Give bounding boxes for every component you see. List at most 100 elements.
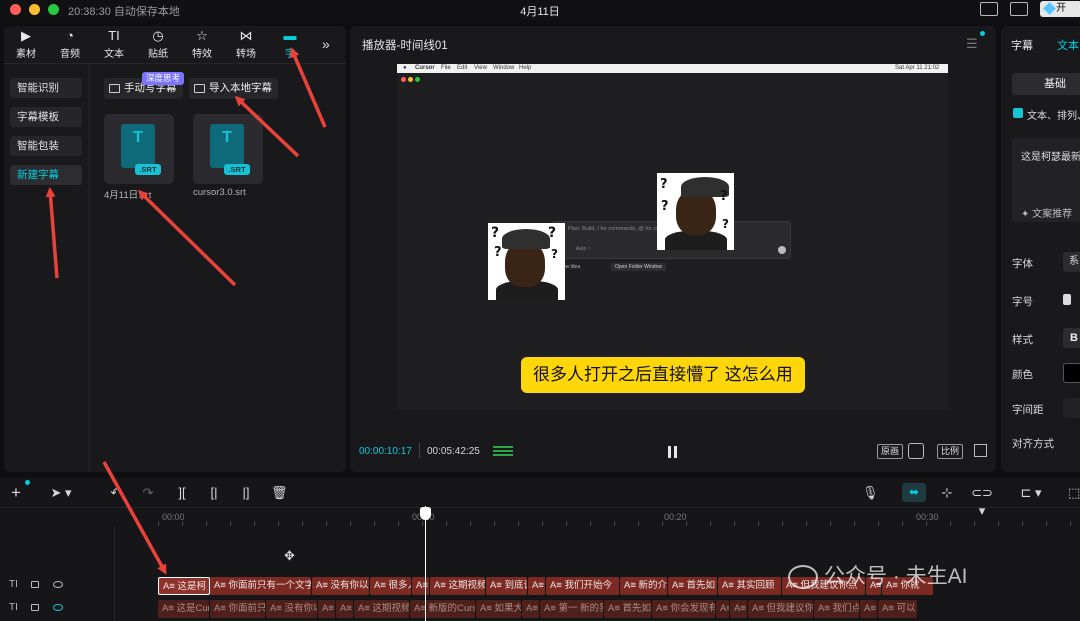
original-quality-button[interactable]: 原画 [877, 444, 904, 459]
add-track-icon[interactable]: + [8, 484, 24, 502]
caption-clip[interactable]: A≡ 新的介 [620, 577, 668, 595]
total-duration: 00:05:42:25 [427, 446, 480, 457]
tab-caption-inspector[interactable]: 字幕 [1011, 37, 1033, 53]
caption-clip[interactable]: A≡ 我 [412, 577, 430, 595]
caption-clip[interactable]: A≡ A [716, 600, 730, 618]
caption-clip[interactable]: A≡ 你面前只 [210, 600, 266, 618]
sidenav-item-new-caption[interactable]: 新建字幕 [10, 165, 82, 185]
preview-canvas[interactable]: ● Cursor File Edit View Window Help Sat … [397, 64, 948, 410]
trim-right-icon[interactable]: |] [238, 484, 254, 502]
audio-icon: ◔ [66, 28, 74, 43]
window-close-button[interactable] [10, 4, 21, 15]
caption-clip[interactable]: A≡ 这 [336, 600, 354, 618]
player-menu-icon[interactable]: ☰ [966, 36, 978, 52]
tab-sticker[interactable]: ◷ 贴纸 [136, 28, 180, 64]
player-title: 播放器-时间线01 [362, 40, 448, 52]
sidenav-item-caption-template[interactable]: 字幕模板 [10, 107, 82, 127]
caption-clip[interactable]: A≡ 这是Cur [158, 600, 210, 618]
caption-clip[interactable]: A≡ 首先如 [668, 577, 718, 595]
split-icon[interactable]: ][ [174, 484, 190, 502]
caption-clip[interactable]: A≡ 我 [318, 600, 336, 618]
undo-icon[interactable]: ↶ [108, 484, 124, 502]
spacing-input[interactable] [1063, 398, 1080, 418]
font-size-slider[interactable] [1063, 294, 1071, 305]
sidenav-item-auto-recognize[interactable]: 智能识别 [10, 78, 82, 98]
caption-clip[interactable]: A≡ 首先如 [604, 600, 652, 618]
tab-media[interactable]: ▶ 素材 [4, 28, 48, 64]
color-swatch[interactable] [1063, 363, 1080, 383]
question-mark-icon: ? [661, 199, 669, 214]
subtitle-preview[interactable]: 很多人打开之后直接懵了 这怎么用 [521, 357, 805, 393]
caption-clip[interactable]: A≡ 这期视频 [430, 577, 486, 595]
caption-clip[interactable]: A≡ 这期视频 [354, 600, 410, 618]
apply-all-checkbox[interactable] [1013, 108, 1023, 118]
color-label: 颜色 [1012, 369, 1033, 381]
caption-clip[interactable]: A≡ 你面前只有一个文字 [210, 577, 312, 595]
select-tool-icon[interactable]: ➤ ▾ [46, 484, 76, 502]
more-tabs-icon[interactable]: » [322, 36, 330, 52]
file-thumbnail[interactable]: T .SRT [104, 114, 174, 184]
redo-icon[interactable]: ↷ [140, 484, 156, 502]
import-caption-button[interactable]: 导入本地字幕 [189, 78, 278, 99]
caption-clip[interactable]: A≡ 我 [522, 600, 540, 618]
window-minimize-button[interactable] [29, 4, 40, 15]
delete-icon[interactable]: 🗑 [271, 484, 288, 502]
eye-icon[interactable] [53, 604, 63, 611]
tab-audio[interactable]: ◔ 音频 [48, 28, 92, 64]
microphone-icon[interactable]: 🎙 [862, 484, 879, 502]
fullscreen-icon[interactable] [974, 444, 987, 457]
lock-icon[interactable] [31, 581, 39, 588]
playhead[interactable] [425, 506, 426, 621]
file-thumbnail[interactable]: T .SRT [193, 114, 263, 184]
main-track-magnet-icon[interactable]: ⬌ [902, 483, 926, 502]
caption-text-input[interactable]: 这是柯瑟最新 ✦ 文案推荐 [1012, 138, 1080, 222]
window-zoom-button[interactable] [48, 4, 59, 15]
aspect-ratio-button[interactable]: 比例 [937, 444, 964, 459]
ai-recommend-button[interactable]: ✦ 文案推荐 [1021, 205, 1072, 220]
caption-clip[interactable]: A≡ 但我建议你去 [748, 600, 814, 618]
caption-clip[interactable]: A≡ 这是柯 [158, 577, 210, 595]
wechat-icon [788, 565, 818, 590]
pause-button[interactable] [668, 446, 678, 458]
keyboard-shortcuts-icon[interactable] [980, 2, 998, 16]
eye-icon[interactable] [53, 581, 63, 588]
caption-clip[interactable]: A≡ 我 [860, 600, 878, 618]
caption-clip[interactable]: A≡ 不 [730, 600, 748, 618]
caption-clip[interactable]: A≡ 我们点 [814, 600, 860, 618]
caption-clip[interactable]: A≡ 我们开始今 [546, 577, 620, 595]
zoom-fit-timeline-icon[interactable]: ⬚ [1068, 484, 1080, 502]
caption-clip[interactable]: A≡ 新版的Curs [410, 600, 476, 618]
caption-clip[interactable]: A≡ 到底该怎 [486, 577, 528, 595]
bold-toggle[interactable]: B [1063, 328, 1080, 348]
sidenav-item-smart-package[interactable]: 智能包装 [10, 136, 82, 156]
basic-tab[interactable]: 基础 [1012, 73, 1080, 95]
lock-icon[interactable] [31, 604, 39, 611]
caption-clip[interactable]: A≡ 其实回顾 [718, 577, 782, 595]
tab-transition[interactable]: ⋈ 转场 [224, 28, 268, 64]
trim-left-icon[interactable]: [| [206, 484, 222, 502]
pro-badge[interactable]: 开 [1040, 1, 1080, 17]
tab-caption[interactable]: ▬ 字 [268, 28, 312, 64]
caption-clip[interactable]: A≡ 你会发现有 [652, 600, 716, 618]
tab-text[interactable]: TI 文本 [92, 28, 136, 64]
caption-clip[interactable]: A≡ 如果大 [476, 600, 522, 618]
caption-clip[interactable]: A≡ 没有你以 [266, 600, 318, 618]
apple-icon: ● [403, 65, 407, 71]
layout-icon[interactable] [1010, 2, 1028, 16]
zoom-fit-icon[interactable] [908, 443, 924, 459]
caption-clip[interactable]: A≡ 没有你以 [312, 577, 370, 595]
playhead-handle[interactable] [420, 507, 431, 520]
caption-clip[interactable]: A≡ 第一 新的界 [540, 600, 604, 618]
snap-icon[interactable]: ⊹ [938, 484, 956, 502]
tab-label: 特效 [192, 49, 212, 60]
font-select[interactable]: 系 [1063, 252, 1080, 272]
caption-clip[interactable]: A≡ 可以 [878, 600, 918, 618]
link-icon[interactable]: ⊂⊃ ▾ [968, 484, 996, 518]
caption-clip[interactable]: A≡ 很多人打 [370, 577, 412, 595]
tab-effects[interactable]: ☆ 特效 [180, 28, 224, 64]
caption-clip[interactable]: A≡ 我 [528, 577, 546, 595]
tab-text-inspector[interactable]: 文本 [1057, 37, 1079, 53]
timeline-ruler[interactable]: 00:00 00:10 00:20 00:30 [0, 508, 1080, 526]
move-cursor-icon: ✥ [284, 548, 295, 563]
preview-axis-icon[interactable]: ⊏ ▾ [1014, 484, 1048, 502]
